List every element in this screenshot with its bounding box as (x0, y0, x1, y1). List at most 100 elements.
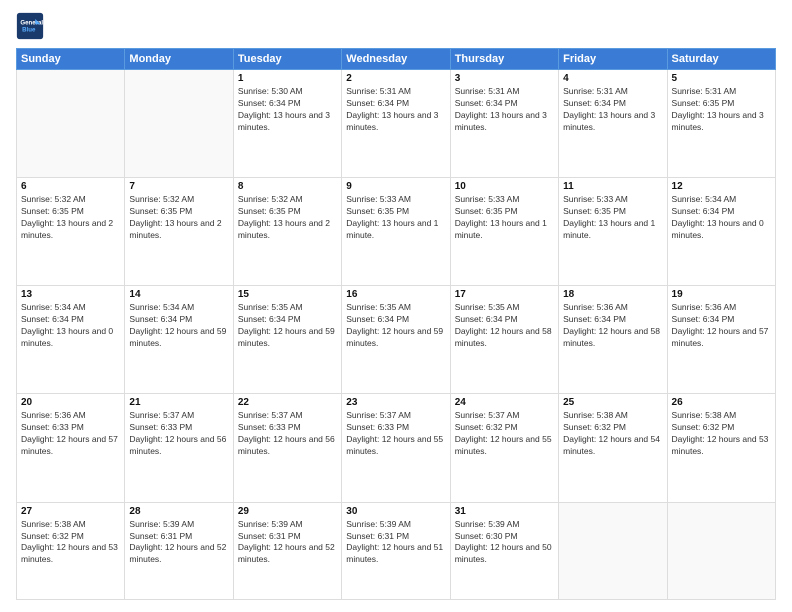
day-number: 21 (129, 397, 228, 408)
day-number: 14 (129, 289, 228, 300)
calendar-day-cell: 11Sunrise: 5:33 AMSunset: 6:35 PMDayligh… (559, 178, 667, 286)
day-number: 9 (346, 181, 445, 192)
day-number: 29 (238, 506, 337, 517)
day-number: 6 (21, 181, 120, 192)
day-number: 15 (238, 289, 337, 300)
calendar-day-cell: 7 Sunrise: 5:32 AMSunset: 6:35 PMDaylight… (125, 178, 233, 286)
weekday-header: Wednesday (342, 49, 450, 70)
day-number: 10 (455, 181, 554, 192)
day-number: 26 (672, 397, 771, 408)
day-detail: Sunrise: 5:32 AMSunset: 6:35 PMDaylight:… (238, 194, 337, 242)
page: General Blue SundayMondayTuesdayWednesda… (0, 0, 792, 612)
day-number: 7 (129, 181, 228, 192)
day-number: 3 (455, 73, 554, 84)
calendar-day-cell: 26 Sunrise: 5:38 AMSunset: 6:32 PMDayligh… (667, 394, 775, 502)
calendar-day-cell: 20 Sunrise: 5:36 AMSunset: 6:33 PMDayligh… (17, 394, 125, 502)
day-number: 13 (21, 289, 120, 300)
weekday-header: Sunday (17, 49, 125, 70)
weekday-header: Friday (559, 49, 667, 70)
calendar-day-cell: 18 Sunrise: 5:36 AMSunset: 6:34 PMDayligh… (559, 286, 667, 394)
day-number: 31 (455, 506, 554, 517)
day-detail: Sunrise: 5:35 AMSunset: 6:34 PMDaylight:… (346, 302, 445, 350)
svg-text:Blue: Blue (22, 26, 36, 33)
calendar-day-cell: 17Sunrise: 5:35 AMSunset: 6:34 PMDayligh… (450, 286, 558, 394)
day-detail: Sunrise: 5:33 AMSunset: 6:35 PMDaylight:… (455, 194, 554, 242)
day-number: 18 (563, 289, 662, 300)
day-detail: Sunrise: 5:37 AMSunset: 6:33 PMDaylight:… (129, 410, 228, 458)
day-detail: Sunrise: 5:39 AMSunset: 6:31 PMDaylight:… (238, 519, 337, 567)
calendar-day-cell: 27 Sunrise: 5:38 AMSunset: 6:32 PMDayligh… (17, 502, 125, 599)
day-number: 25 (563, 397, 662, 408)
calendar-day-cell: 30 Sunrise: 5:39 AMSunset: 6:31 PMDayligh… (342, 502, 450, 599)
day-number: 17 (455, 289, 554, 300)
calendar-day-cell: 14 Sunrise: 5:34 AMSunset: 6:34 PMDayligh… (125, 286, 233, 394)
day-number: 8 (238, 181, 337, 192)
day-detail: Sunrise: 5:32 AMSunset: 6:35 PMDaylight:… (129, 194, 228, 242)
calendar-day-cell: 5Sunrise: 5:31 AMSunset: 6:35 PMDaylight… (667, 70, 775, 178)
day-number: 2 (346, 73, 445, 84)
day-detail: Sunrise: 5:33 AMSunset: 6:35 PMDaylight:… (346, 194, 445, 242)
calendar-day-cell: 12Sunrise: 5:34 AMSunset: 6:34 PMDayligh… (667, 178, 775, 286)
day-detail: Sunrise: 5:38 AMSunset: 6:32 PMDaylight:… (563, 410, 662, 458)
calendar-day-cell: 16 Sunrise: 5:35 AMSunset: 6:34 PMDayligh… (342, 286, 450, 394)
weekday-header: Thursday (450, 49, 558, 70)
day-number: 23 (346, 397, 445, 408)
calendar-day-cell: 4 Sunrise: 5:31 AMSunset: 6:34 PMDaylight… (559, 70, 667, 178)
calendar-day-cell: 31 Sunrise: 5:39 AMSunset: 6:30 PMDayligh… (450, 502, 558, 599)
calendar-day-cell: 13Sunrise: 5:34 AMSunset: 6:34 PMDayligh… (17, 286, 125, 394)
weekday-header: Saturday (667, 49, 775, 70)
day-detail: Sunrise: 5:33 AMSunset: 6:35 PMDaylight:… (563, 194, 662, 242)
day-detail: Sunrise: 5:31 AMSunset: 6:34 PMDaylight:… (563, 86, 662, 134)
calendar-header-row: SundayMondayTuesdayWednesdayThursdayFrid… (17, 49, 776, 70)
day-detail: Sunrise: 5:36 AMSunset: 6:33 PMDaylight:… (21, 410, 120, 458)
calendar-day-cell: 25 Sunrise: 5:38 AMSunset: 6:32 PMDayligh… (559, 394, 667, 502)
calendar-day-cell (125, 70, 233, 178)
calendar-day-cell: 22Sunrise: 5:37 AMSunset: 6:33 PMDayligh… (233, 394, 341, 502)
calendar-table: SundayMondayTuesdayWednesdayThursdayFrid… (16, 48, 776, 600)
day-detail: Sunrise: 5:31 AMSunset: 6:34 PMDaylight:… (346, 86, 445, 134)
logo-icon: General Blue (16, 12, 44, 40)
day-detail: Sunrise: 5:34 AMSunset: 6:34 PMDaylight:… (129, 302, 228, 350)
calendar-day-cell: 10 Sunrise: 5:33 AMSunset: 6:35 PMDayligh… (450, 178, 558, 286)
day-detail: Sunrise: 5:39 AMSunset: 6:31 PMDaylight:… (129, 519, 228, 567)
day-detail: Sunrise: 5:37 AMSunset: 6:32 PMDaylight:… (455, 410, 554, 458)
day-number: 27 (21, 506, 120, 517)
day-detail: Sunrise: 5:39 AMSunset: 6:30 PMDaylight:… (455, 519, 554, 567)
calendar-week-row: 20 Sunrise: 5:36 AMSunset: 6:33 PMDayligh… (17, 394, 776, 502)
calendar-day-cell: 23 Sunrise: 5:37 AMSunset: 6:33 PMDayligh… (342, 394, 450, 502)
calendar-day-cell: 15Sunrise: 5:35 AMSunset: 6:34 PMDayligh… (233, 286, 341, 394)
calendar-week-row: 6 Sunrise: 5:32 AMSunset: 6:35 PMDaylight… (17, 178, 776, 286)
header: General Blue (16, 12, 776, 40)
day-detail: Sunrise: 5:37 AMSunset: 6:33 PMDaylight:… (346, 410, 445, 458)
calendar-day-cell: 24 Sunrise: 5:37 AMSunset: 6:32 PMDayligh… (450, 394, 558, 502)
calendar-day-cell: 28 Sunrise: 5:39 AMSunset: 6:31 PMDayligh… (125, 502, 233, 599)
day-detail: Sunrise: 5:39 AMSunset: 6:31 PMDaylight:… (346, 519, 445, 567)
calendar-day-cell (17, 70, 125, 178)
day-number: 22 (238, 397, 337, 408)
calendar-day-cell: 3 Sunrise: 5:31 AMSunset: 6:34 PMDaylight… (450, 70, 558, 178)
day-number: 12 (672, 181, 771, 192)
day-number: 19 (672, 289, 771, 300)
day-detail: Sunrise: 5:31 AMSunset: 6:34 PMDaylight:… (455, 86, 554, 134)
day-detail: Sunrise: 5:38 AMSunset: 6:32 PMDaylight:… (672, 410, 771, 458)
day-detail: Sunrise: 5:31 AMSunset: 6:35 PMDaylight:… (672, 86, 771, 134)
day-number: 30 (346, 506, 445, 517)
weekday-header: Tuesday (233, 49, 341, 70)
calendar-day-cell: 21 Sunrise: 5:37 AMSunset: 6:33 PMDayligh… (125, 394, 233, 502)
day-number: 20 (21, 397, 120, 408)
day-number: 24 (455, 397, 554, 408)
day-detail: Sunrise: 5:36 AMSunset: 6:34 PMDaylight:… (563, 302, 662, 350)
day-number: 1 (238, 73, 337, 84)
calendar-day-cell: 19 Sunrise: 5:36 AMSunset: 6:34 PMDayligh… (667, 286, 775, 394)
day-detail: Sunrise: 5:36 AMSunset: 6:34 PMDaylight:… (672, 302, 771, 350)
day-number: 4 (563, 73, 662, 84)
calendar-week-row: 27 Sunrise: 5:38 AMSunset: 6:32 PMDayligh… (17, 502, 776, 599)
day-number: 16 (346, 289, 445, 300)
day-detail: Sunrise: 5:38 AMSunset: 6:32 PMDaylight:… (21, 519, 120, 567)
day-number: 28 (129, 506, 228, 517)
calendar-day-cell: 2 Sunrise: 5:31 AMSunset: 6:34 PMDaylight… (342, 70, 450, 178)
day-detail: Sunrise: 5:32 AMSunset: 6:35 PMDaylight:… (21, 194, 120, 242)
calendar-week-row: 1Sunrise: 5:30 AMSunset: 6:34 PMDaylight… (17, 70, 776, 178)
calendar-week-row: 13 Sunrise: 5:34 AMSunset: 6:34 PMDayligh… (17, 286, 776, 394)
logo: General Blue (16, 12, 48, 40)
